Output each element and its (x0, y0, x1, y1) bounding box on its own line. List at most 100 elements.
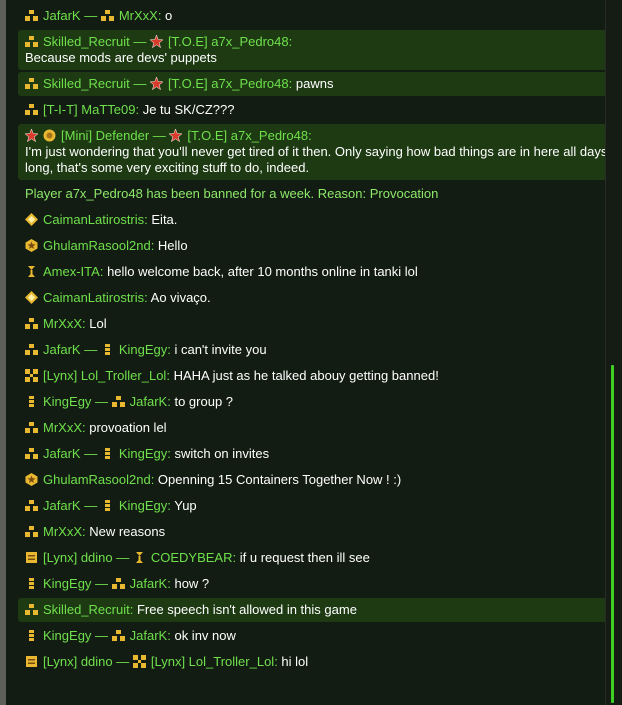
rank-icon (25, 35, 38, 48)
rank-icon (25, 9, 38, 22)
rank-icon (25, 77, 38, 90)
message-text: provoation lel (89, 420, 167, 435)
sender-nick[interactable]: Amex-ITA (43, 264, 100, 279)
chat-message: Skilled_Recruit — [T.O.E] a7x_Pedro48: p… (18, 72, 612, 96)
rank-icon-small (101, 447, 114, 460)
message-text: i can't invite you (174, 342, 267, 357)
message-text: HAHA just as he talked abouy getting ban… (173, 368, 439, 383)
message-text: Openning 15 Containers Together Now ! :) (157, 472, 402, 487)
sender-nick[interactable]: GhulamRasool2nd (43, 472, 151, 487)
red-star-icon (169, 129, 183, 142)
chat-message: CaimanLatirostris: Ao vivaço. (18, 286, 612, 310)
sender-nick[interactable]: [Mini] Defender (61, 128, 149, 143)
message-text: ok inv now (174, 628, 236, 643)
chat-message: JafarK — MrXxX: o (18, 4, 612, 28)
recipient-nick[interactable]: KingEgy (119, 342, 167, 357)
recipient-nick[interactable]: JafarK (130, 576, 168, 591)
red-star-icon (149, 35, 163, 48)
gold-medal-icon (43, 129, 56, 142)
chat-message: [Mini] Defender — [T.O.E] a7x_Pedro48: I… (18, 124, 612, 180)
sender-nick[interactable]: GhulamRasool2nd (43, 238, 151, 253)
sender-nick[interactable]: JafarK (43, 342, 81, 357)
recipient-nick[interactable]: JafarK (130, 394, 168, 409)
scrollbar-thumb[interactable] (611, 365, 614, 703)
rank-icon (25, 343, 38, 356)
sender-nick[interactable]: KingEgy (43, 576, 91, 591)
chat-log: JafarK — MrXxX: o Skilled_Recruit — [T.O… (18, 4, 612, 674)
separator: — (80, 446, 101, 461)
sender-nick[interactable]: MrXxX (43, 524, 82, 539)
sender-nick[interactable]: KingEgy (43, 394, 91, 409)
separator: — (129, 34, 150, 49)
sender-nick[interactable]: JafarK (43, 8, 81, 23)
rank-icon (25, 103, 38, 116)
chat-scrollbar[interactable] (605, 0, 622, 705)
rank-icon (111, 629, 125, 642)
recipient-nick[interactable]: [T.O.E] a7x_Pedro48 (187, 128, 308, 143)
message-text: Lol (89, 316, 107, 331)
recipient-nick[interactable]: KingEgy (119, 446, 167, 461)
separator: — (80, 498, 101, 513)
sender-nick[interactable]: CaimanLatirostris (43, 290, 144, 305)
chat-message: GhulamRasool2nd: Openning 15 Containers … (18, 468, 612, 492)
rank-icon (100, 9, 114, 22)
chat-message: Skilled_Recruit: Free speech isn't allow… (18, 598, 612, 622)
chat-message: KingEgy — JafarK: to group ? (18, 390, 612, 414)
message-text: hi lol (281, 654, 309, 669)
separator: — (112, 654, 133, 669)
separator: — (80, 342, 101, 357)
recipient-nick[interactable]: JafarK (130, 628, 168, 643)
separator: — (91, 628, 112, 643)
separator: — (91, 394, 112, 409)
rank-icon (25, 447, 38, 460)
message-text: Eita. (151, 212, 178, 227)
chat-message: KingEgy — JafarK: ok inv now (18, 624, 612, 648)
rank-icon (25, 421, 38, 434)
sender-nick[interactable]: KingEgy (43, 628, 91, 643)
rank-icon-small (101, 499, 114, 512)
message-text: Free speech isn't allowed in this game (136, 602, 357, 617)
chat-message: [Lynx] ddino — COEDYBEAR: if u request t… (18, 546, 612, 570)
message-text: Ao vivaço. (150, 290, 211, 305)
rank-icon (25, 525, 38, 538)
chat-message: [Lynx] Lol_Troller_Lol: HAHA just as he … (18, 364, 612, 388)
separator: — (91, 576, 112, 591)
sender-nick[interactable]: Skilled_Recruit (43, 76, 130, 91)
sender-nick[interactable]: MrXxX (43, 420, 82, 435)
sender-nick[interactable]: [Lynx] ddino (43, 550, 113, 565)
recipient-nick[interactable]: MrXxX (119, 8, 158, 23)
chat-message: JafarK — KingEgy: i can't invite you (18, 338, 612, 362)
separator: — (80, 8, 101, 23)
sender-nick[interactable]: MrXxX (43, 316, 82, 331)
rank-icon (111, 577, 125, 590)
sender-nick[interactable]: CaimanLatirostris (43, 212, 144, 227)
gold-chevron-icon (25, 265, 38, 278)
message-text: Hello (157, 238, 188, 253)
sender-nick[interactable]: JafarK (43, 446, 81, 461)
rank-icon-quad (132, 655, 146, 668)
recipient-nick[interactable]: COEDYBEAR (151, 550, 233, 565)
chat-message: JafarK — KingEgy: switch on invites (18, 442, 612, 466)
sender-nick[interactable]: [Lynx] ddino (43, 654, 113, 669)
recipient-nick[interactable]: KingEgy (119, 498, 167, 513)
sender-nick[interactable]: Skilled_Recruit (43, 602, 130, 617)
recipient-nick[interactable]: [T.O.E] a7x_Pedro48 (168, 34, 289, 49)
rank-icon-small (25, 395, 38, 408)
chat-message: MrXxX: New reasons (18, 520, 612, 544)
chat-window: JafarK — MrXxX: o Skilled_Recruit — [T.O… (0, 0, 622, 705)
sender-nick[interactable]: Skilled_Recruit (43, 34, 130, 49)
chat-message: Amex-ITA: hello welcome back, after 10 m… (18, 260, 612, 284)
diamond-rank-icon (25, 291, 38, 304)
chat-message: [T-I-T] MaTTe09: Je tu SK/CZ??? (18, 98, 612, 122)
sender-nick[interactable]: JafarK (43, 498, 81, 513)
recipient-nick[interactable]: [T.O.E] a7x_Pedro48 (168, 76, 289, 91)
rank-icon-small (101, 343, 114, 356)
separator: — (112, 550, 133, 565)
message-text: Je tu SK/CZ??? (142, 102, 235, 117)
sender-nick[interactable]: [T-I-T] MaTTe09 (43, 102, 135, 117)
recipient-nick[interactable]: [Lynx] Lol_Troller_Lol (151, 654, 274, 669)
star-badge-icon (25, 473, 38, 486)
chat-message: [Lynx] ddino — [Lynx] Lol_Troller_Lol: h… (18, 650, 612, 674)
sender-nick[interactable]: [Lynx] Lol_Troller_Lol (43, 368, 166, 383)
system-message: Player a7x_Pedro48 has been banned for a… (25, 186, 439, 201)
